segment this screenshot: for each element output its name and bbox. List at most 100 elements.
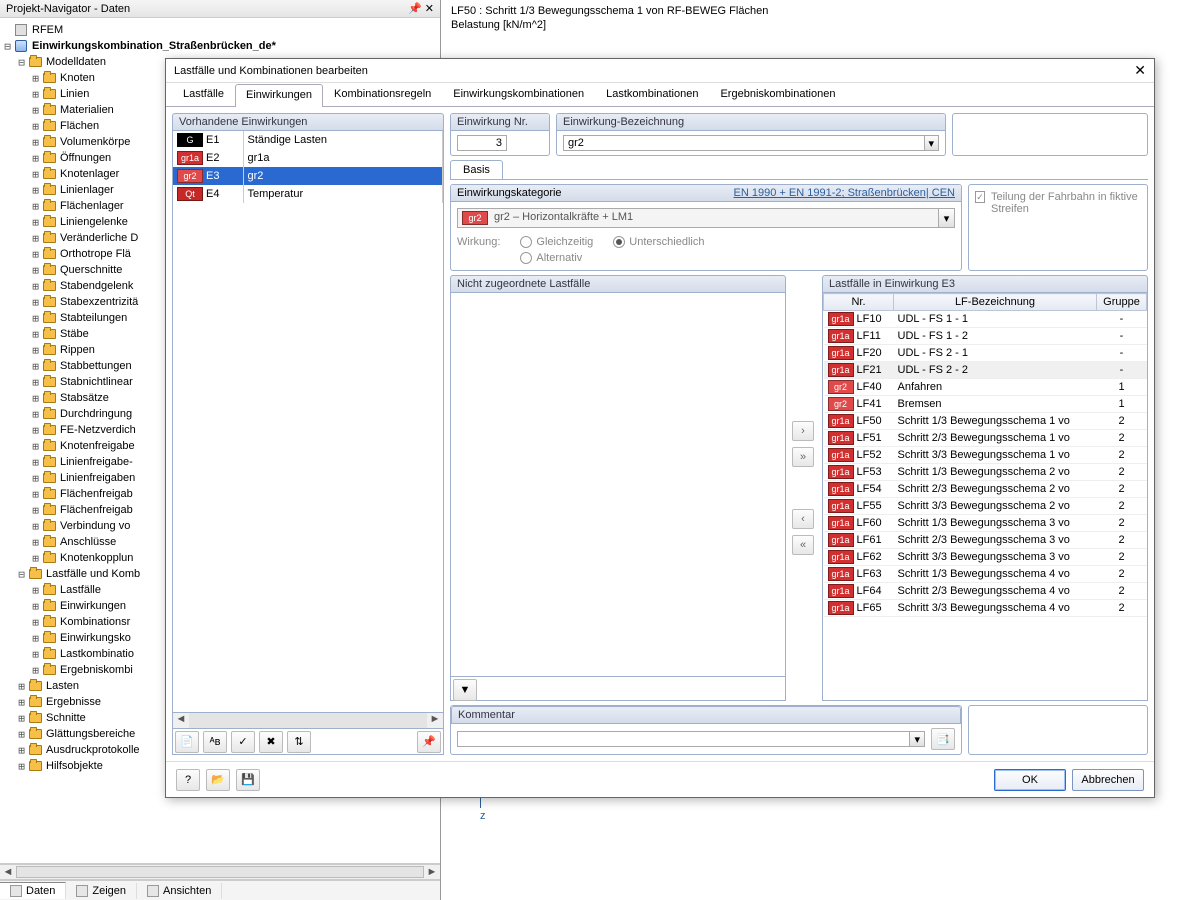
action-row[interactable]: gr2 E3gr2	[173, 167, 443, 185]
ok-button[interactable]: OK	[994, 769, 1066, 791]
navigator-pin-icon[interactable]: 📌 ✕	[408, 0, 434, 17]
category-tag: gr2	[462, 211, 488, 225]
comment-panel: Kommentar ▾ 📑	[450, 705, 962, 755]
actions-header: Vorhandene Einwirkungen	[172, 113, 444, 131]
unassigned-panel: Nicht zugeordnete Lastfälle ▼	[450, 275, 786, 701]
navigator-title-bar: Projekt-Navigator - Daten 📌 ✕	[0, 0, 440, 18]
comment-library-button[interactable]: 📑	[931, 728, 955, 750]
pin-action-button[interactable]: 📌	[417, 731, 441, 753]
loadcase-row[interactable]: gr1a LF54Schritt 2/3 Bewegungsschema 2 v…	[824, 481, 1147, 498]
loadcase-row[interactable]: gr1a LF61Schritt 2/3 Bewegungsschema 3 v…	[824, 532, 1147, 549]
category-combo[interactable]: gr2 gr2 – Horizontalkräfte + LM1 ▾	[457, 208, 955, 228]
loadcase-row[interactable]: gr2 LF41Bremsen1	[824, 396, 1147, 413]
loadcase-row[interactable]: gr1a LF21UDL - FS 2 - 2-	[824, 362, 1147, 379]
move-left-button[interactable]: ‹	[792, 509, 814, 529]
comment-input[interactable]	[457, 731, 909, 747]
dialog-title-bar[interactable]: Lastfälle und Kombinationen bearbeiten ✕	[166, 59, 1154, 83]
loadcase-row[interactable]: gr1a LF62Schritt 3/3 Bewegungsschema 3 v…	[824, 549, 1147, 566]
action-row[interactable]: Qt E4Temperatur	[173, 185, 443, 203]
assigned-list[interactable]: Nr. LF-Bezeichnung Gruppe gr1a LF10UDL -…	[822, 293, 1148, 701]
move-right-button[interactable]: ›	[792, 421, 814, 441]
bezeichnung-group: Einwirkung-Bezeichnung ▾	[556, 113, 946, 156]
loadcase-row[interactable]: gr2 LF40Anfahren1	[824, 379, 1147, 396]
dialog-tab[interactable]: Lastkombinationen	[595, 83, 709, 106]
close-icon[interactable]: ✕	[1134, 62, 1146, 79]
category-value: gr2 – Horizontalkräfte + LM1	[492, 209, 938, 227]
nav-tab-zeigen[interactable]: Zeigen	[66, 883, 137, 899]
tab-basis[interactable]: Basis	[450, 160, 503, 179]
cancel-button[interactable]: Abbrechen	[1072, 769, 1144, 791]
actions-panel: Vorhandene Einwirkungen G E1Ständige Las…	[172, 113, 444, 755]
navigator-scrollbar[interactable]: ◄►	[0, 864, 440, 880]
loadcase-row[interactable]: gr1a LF50Schritt 1/3 Bewegungsschema 1 v…	[824, 413, 1147, 430]
tree-item[interactable]: ⊟Einwirkungskombination_Straßenbrücken_d…	[2, 38, 440, 54]
dialog-tabs: LastfälleEinwirkungenKombinationsregelnE…	[166, 83, 1154, 107]
move-all-right-button[interactable]: »	[792, 447, 814, 467]
save-button[interactable]: 💾	[236, 769, 260, 791]
radio-alternativ[interactable]	[520, 252, 532, 264]
check-action-button[interactable]: ✓	[231, 731, 255, 753]
teilung-checkbox[interactable]: ✓	[975, 191, 985, 203]
unassigned-list[interactable]	[450, 293, 786, 677]
transfer-buttons: › » ‹ «	[792, 275, 816, 701]
move-all-left-button[interactable]: «	[792, 535, 814, 555]
action-row[interactable]: G E1Ständige Lasten	[173, 131, 443, 149]
loadcase-row[interactable]: gr1a LF63Schritt 1/3 Bewegungsschema 4 v…	[824, 566, 1147, 583]
main-viewport-header: LF50 : Schritt 1/3 Bewegungsschema 1 von…	[443, 0, 1200, 36]
teilung-panel: ✓ Teilung der Fahrbahn in fiktive Streif…	[968, 184, 1148, 271]
loadcase-row[interactable]: gr1a LF55Schritt 3/3 Bewegungsschema 2 v…	[824, 498, 1147, 515]
category-panel: Einwirkungskategorie EN 1990 + EN 1991-2…	[450, 184, 962, 271]
sort-action-button[interactable]: ⇅	[287, 731, 311, 753]
loadcase-row[interactable]: gr1a LF65Schritt 3/3 Bewegungsschema 4 v…	[824, 600, 1147, 617]
navigator-tabs: Daten Zeigen Ansichten	[0, 880, 440, 900]
radio-gleichzeitig[interactable]	[520, 236, 532, 248]
radio-unterschiedlich[interactable]	[613, 236, 625, 248]
chevron-down-icon[interactable]: ▾	[938, 209, 954, 227]
nav-tab-daten[interactable]: Daten	[0, 882, 66, 899]
bezeichnung-input[interactable]	[563, 135, 924, 151]
dialog-tab[interactable]: Einwirkungen	[235, 84, 323, 107]
comment-dropdown-icon[interactable]: ▾	[909, 731, 925, 747]
loadcase-row[interactable]: gr1a LF51Schritt 2/3 Bewegungsschema 1 v…	[824, 430, 1147, 447]
einwirkung-nr-group: Einwirkung Nr.	[450, 113, 550, 156]
actions-toolbar: 📄 ᴬʙ ✓ ✖ ⇅ 📌	[172, 729, 444, 755]
help-button[interactable]: ?	[176, 769, 200, 791]
assigned-panel: Lastfälle in Einwirkung E3 Nr. LF-Bezeic…	[822, 275, 1148, 701]
loadcase-row[interactable]: gr1a LF64Schritt 2/3 Bewegungsschema 4 v…	[824, 583, 1147, 600]
loadcase-row[interactable]: gr1a LF10UDL - FS 1 - 1-	[824, 311, 1147, 328]
basis-tabs: Basis	[450, 160, 1148, 180]
dialog-footer: ? 📂 💾 OK Abbrechen	[166, 761, 1154, 797]
delete-action-button[interactable]: ✖	[259, 731, 283, 753]
dialog-tab[interactable]: Kombinationsregeln	[323, 83, 442, 106]
open-button[interactable]: 📂	[206, 769, 230, 791]
einwirkung-nr-input[interactable]	[457, 135, 507, 151]
loadcase-row[interactable]: gr1a LF60Schritt 1/3 Bewegungsschema 3 v…	[824, 515, 1147, 532]
category-label: Einwirkungskategorie	[457, 187, 562, 199]
loadcase-row[interactable]: gr1a LF20UDL - FS 2 - 1-	[824, 345, 1147, 362]
category-norm-link[interactable]: EN 1990 + EN 1991-2; Straßenbrücken| CEN	[734, 187, 955, 199]
dialog-tab[interactable]: Ergebniskombinationen	[709, 83, 846, 106]
filter-icon[interactable]: ▼	[453, 679, 477, 701]
nav-tab-ansichten[interactable]: Ansichten	[137, 883, 222, 899]
teilung-label: Teilung der Fahrbahn in fiktive Streifen	[991, 191, 1141, 215]
loadcase-row[interactable]: gr1a LF53Schritt 1/3 Bewegungsschema 2 v…	[824, 464, 1147, 481]
bezeichnung-dropdown-icon[interactable]: ▾	[924, 135, 939, 151]
new-action-button[interactable]: 📄	[175, 731, 199, 753]
navigator-title: Projekt-Navigator - Daten	[6, 0, 130, 17]
blank-panel-comment	[968, 705, 1148, 755]
action-detail: Einwirkung Nr. Einwirkung-Bezeichnung ▾ …	[450, 113, 1148, 755]
loadcase-row[interactable]: gr1a LF52Schritt 3/3 Bewegungsschema 1 v…	[824, 447, 1147, 464]
actions-list[interactable]: G E1Ständige Lastengr1a E2gr1agr2 E3gr2Q…	[172, 131, 444, 713]
loadcase-row[interactable]: gr1a LF11UDL - FS 1 - 2-	[824, 328, 1147, 345]
dialog-tab[interactable]: Lastfälle	[172, 83, 235, 106]
blank-panel-top	[952, 113, 1148, 156]
wirkung-label: Wirkung:	[457, 236, 500, 248]
dialog-load-combinations: Lastfälle und Kombinationen bearbeiten ✕…	[165, 58, 1155, 798]
rename-action-button[interactable]: ᴬʙ	[203, 731, 227, 753]
tree-item[interactable]: RFEM	[2, 22, 440, 38]
axis-z-label: z	[480, 810, 486, 822]
dialog-title: Lastfälle und Kombinationen bearbeiten	[174, 65, 1134, 77]
dialog-tab[interactable]: Einwirkungskombinationen	[442, 83, 595, 106]
action-row[interactable]: gr1a E2gr1a	[173, 149, 443, 167]
actions-scrollbar[interactable]: ◄►	[172, 713, 444, 729]
